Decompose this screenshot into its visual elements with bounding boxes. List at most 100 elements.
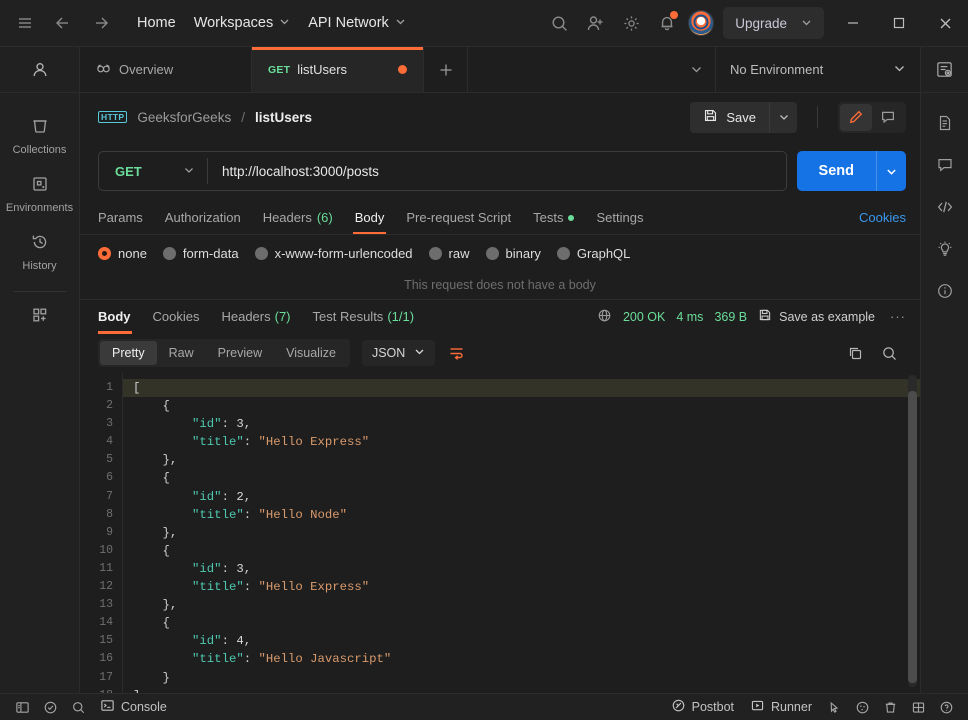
response-tab-cookies[interactable]: Cookies: [142, 300, 211, 334]
close-button[interactable]: [922, 0, 968, 47]
minimize-button[interactable]: [830, 0, 876, 47]
documentation-icon[interactable]: [925, 103, 965, 143]
cookie-icon[interactable]: [848, 694, 876, 720]
send-group: Send: [797, 151, 906, 191]
apps-add-icon[interactable]: [0, 296, 79, 337]
view-mode-group: Pretty Raw Preview Visualize: [98, 339, 350, 367]
pencil-icon[interactable]: [840, 104, 872, 131]
sidebar-item-environments[interactable]: Environments: [0, 165, 79, 223]
save-dropdown-button[interactable]: [769, 102, 797, 133]
search-icon[interactable]: [872, 338, 906, 368]
api-network-menu[interactable]: API Network: [299, 8, 415, 38]
code-scrollbar-thumb[interactable]: [908, 391, 917, 683]
search-icon[interactable]: [541, 5, 577, 41]
sidebar-toggle-icon[interactable]: [8, 694, 36, 720]
arrow-right-icon[interactable]: [84, 6, 118, 40]
code-icon[interactable]: [925, 187, 965, 227]
body-type-graphql[interactable]: GraphQL: [557, 246, 630, 261]
line-number: 6: [80, 469, 113, 487]
info-icon[interactable]: [925, 271, 965, 311]
status-bar: Console Postbot Runner: [0, 693, 968, 720]
code-line: },: [133, 451, 920, 469]
environment-selector[interactable]: No Environment: [715, 47, 920, 92]
line-number: 13: [80, 596, 113, 614]
copy-icon[interactable]: [838, 338, 872, 368]
save-as-example-button[interactable]: Save as example: [758, 308, 875, 325]
tab-listusers[interactable]: GET listUsers: [252, 47, 424, 92]
tab-params[interactable]: Params: [98, 210, 154, 234]
wrap-lines-icon[interactable]: [441, 339, 471, 367]
view-mode-raw[interactable]: Raw: [157, 341, 206, 365]
tab-pre-request-script[interactable]: Pre-request Script: [395, 210, 522, 234]
new-tab-button[interactable]: [424, 47, 468, 92]
response-body-viewer[interactable]: 123456789101112131415161718 [ { "id": 3,…: [80, 373, 920, 693]
bell-icon[interactable]: [649, 5, 685, 41]
code-line: {: [133, 542, 920, 560]
body-type-binary[interactable]: binary: [486, 246, 541, 261]
tab-settings[interactable]: Settings: [585, 210, 654, 234]
code-line: ]: [133, 687, 920, 693]
send-options-button[interactable]: [876, 151, 906, 191]
breadcrumb-collection[interactable]: GeeksforGeeks: [137, 110, 231, 125]
unsaved-indicator: [398, 65, 407, 74]
comment-icon[interactable]: [872, 104, 904, 131]
tab-overview[interactable]: Overview: [80, 47, 252, 92]
check-circle-icon[interactable]: [36, 694, 64, 720]
help-circle-icon[interactable]: [932, 694, 960, 720]
format-selector[interactable]: JSON: [362, 340, 435, 366]
person-add-icon[interactable]: [577, 5, 613, 41]
sidebar-item-collections[interactable]: Collections: [0, 107, 79, 165]
response-tab-headers[interactable]: Headers (7): [210, 300, 301, 334]
tab-list-dropdown[interactable]: [468, 47, 715, 92]
method-selector[interactable]: GET: [99, 164, 207, 179]
arrow-left-icon[interactable]: [46, 6, 80, 40]
body-type-raw[interactable]: raw: [429, 246, 470, 261]
user-profile-icon[interactable]: [0, 47, 80, 92]
body-type-none[interactable]: none: [98, 246, 147, 261]
json-code[interactable]: [ { "id": 3, "title": "Hello Express" },…: [122, 373, 920, 693]
right-sidebar: [920, 93, 968, 693]
runner-button[interactable]: Runner: [742, 698, 820, 716]
code-scrollbar[interactable]: [908, 375, 917, 687]
search-icon[interactable]: [64, 694, 92, 720]
hamburger-icon[interactable]: [8, 6, 42, 40]
sidebar-item-history[interactable]: History: [0, 223, 79, 281]
url-input[interactable]: http://localhost:3000/posts: [208, 164, 786, 179]
notification-badge: [670, 11, 678, 19]
avatar[interactable]: [688, 10, 714, 36]
workspaces-menu[interactable]: Workspaces: [185, 8, 300, 38]
tests-indicator-dot: [568, 215, 574, 221]
comment-icon[interactable]: [925, 145, 965, 185]
view-mode-visualize[interactable]: Visualize: [274, 341, 348, 365]
home-link[interactable]: Home: [128, 8, 185, 38]
save-button[interactable]: Save: [690, 102, 769, 133]
tab-headers[interactable]: Headers (6): [252, 210, 344, 234]
postbot-button[interactable]: Postbot: [663, 698, 742, 716]
lightbulb-icon[interactable]: [925, 229, 965, 269]
response-more-button[interactable]: ···: [886, 309, 906, 324]
response-tab-test-results[interactable]: Test Results (1/1): [302, 300, 426, 334]
upgrade-button[interactable]: Upgrade: [723, 7, 824, 39]
body-type-urlencoded[interactable]: x-www-form-urlencoded: [255, 246, 413, 261]
two-pane-icon[interactable]: [904, 694, 932, 720]
cookies-link[interactable]: Cookies: [859, 210, 906, 234]
capture-cursor-icon[interactable]: [820, 694, 848, 720]
send-button[interactable]: Send: [797, 151, 876, 191]
globe-icon[interactable]: [597, 308, 612, 326]
environment-quicklook-icon[interactable]: [920, 47, 968, 92]
trash-icon[interactable]: [876, 694, 904, 720]
breadcrumb-separator: /: [241, 110, 245, 125]
view-mode-preview[interactable]: Preview: [206, 341, 274, 365]
console-button[interactable]: Console: [92, 698, 175, 716]
line-number: 16: [80, 650, 113, 668]
view-mode-pretty[interactable]: Pretty: [100, 341, 157, 365]
tab-body[interactable]: Body: [344, 210, 396, 234]
response-tab-body[interactable]: Body: [98, 300, 142, 334]
tab-authorization[interactable]: Authorization: [154, 210, 252, 234]
tab-tests[interactable]: Tests: [522, 210, 585, 234]
maximize-button[interactable]: [876, 0, 922, 47]
tab-body-label: Body: [355, 210, 385, 225]
body-type-form-data[interactable]: form-data: [163, 246, 239, 261]
gear-icon[interactable]: [613, 5, 649, 41]
sidebar-item-label: History: [22, 260, 56, 272]
